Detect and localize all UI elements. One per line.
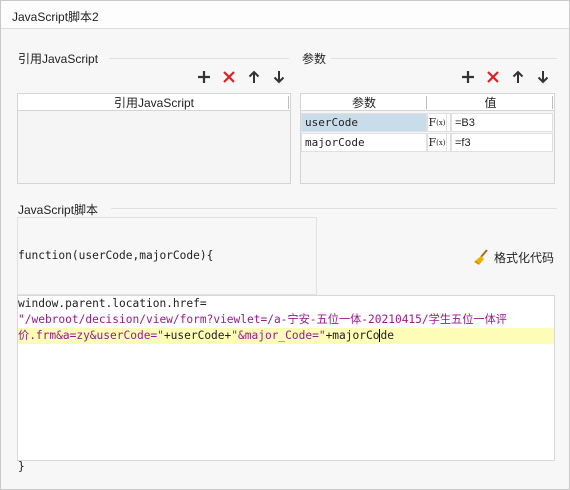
fx-sub: (x) (436, 138, 446, 147)
ref-js-list[interactable]: 引用JavaScript (17, 93, 291, 184)
script-section-rule (111, 208, 557, 209)
code-text: de (380, 329, 394, 342)
column-separator (288, 96, 289, 109)
arrow-up-icon (248, 70, 260, 83)
window-title: JavaScript脚本2 (12, 10, 99, 24)
fx-label: F (428, 116, 437, 129)
params-value-header[interactable]: 值 (427, 94, 554, 111)
code-line-3: 价.frm&a=zy&userCode="+userCode+"&major_C… (18, 328, 394, 344)
ref-move-down-button[interactable] (270, 68, 288, 86)
format-code-button[interactable]: 格式化代码 (472, 248, 554, 266)
params-section-rule (331, 58, 557, 59)
function-closing: } (18, 460, 25, 473)
param-move-up-button[interactable] (509, 68, 527, 86)
plus-icon (462, 71, 474, 83)
formula-button[interactable]: F (x) (427, 133, 447, 152)
close-icon (223, 71, 235, 83)
param-value-cell[interactable]: =f3 (451, 133, 553, 152)
code-line-1: window.parent.location.href= (18, 297, 207, 310)
fx-label: F (428, 136, 437, 149)
ref-add-button[interactable] (195, 68, 213, 86)
code-text: +majorCo (325, 329, 380, 342)
ref-section-rule (109, 58, 289, 59)
function-header: function(userCode,majorCode){ (18, 249, 214, 262)
ref-section-label: 引用JavaScript (18, 50, 103, 67)
column-separator (552, 96, 553, 109)
param-value-cell[interactable]: =B3 (451, 113, 553, 132)
param-delete-button[interactable] (484, 68, 502, 86)
close-icon (487, 71, 499, 83)
params-section-label: 参数 (302, 50, 331, 67)
params-table: 参数 值 userCode F (x) =B3 majorCode F (x) =f… (300, 93, 555, 184)
arrow-down-icon (537, 71, 549, 84)
script-section-label: JavaScript脚本 (18, 201, 103, 218)
arrow-down-icon (273, 71, 285, 84)
param-name-cell[interactable]: userCode (301, 113, 427, 132)
ref-js-column-header[interactable]: 引用JavaScript (18, 94, 290, 111)
code-text: +userCode+ (163, 329, 232, 342)
param-add-button[interactable] (459, 68, 477, 86)
formula-button[interactable]: F (x) (427, 113, 447, 132)
code-line-2: "/webroot/decision/view/form?viewlet=/a-… (18, 313, 507, 326)
param-name-cell[interactable]: majorCode (301, 133, 427, 152)
broom-icon (474, 249, 488, 265)
param-move-down-button[interactable] (534, 68, 552, 86)
ref-move-up-button[interactable] (245, 68, 263, 86)
ref-delete-button[interactable] (220, 68, 238, 86)
javascript-dialog: JavaScript脚本2 引用JavaScript 引用JavaScript … (0, 0, 570, 490)
arrow-up-icon (512, 70, 524, 83)
fx-sub: (x) (436, 118, 446, 127)
code-string: 价.frm&a=zy&userCode=" (18, 329, 164, 342)
format-code-label: 格式化代码 (494, 250, 555, 265)
title-bar: JavaScript脚本2 (1, 1, 569, 29)
code-string: "&major_Code=" (231, 329, 326, 342)
plus-icon (198, 71, 210, 83)
params-name-header[interactable]: 参数 (301, 94, 427, 111)
